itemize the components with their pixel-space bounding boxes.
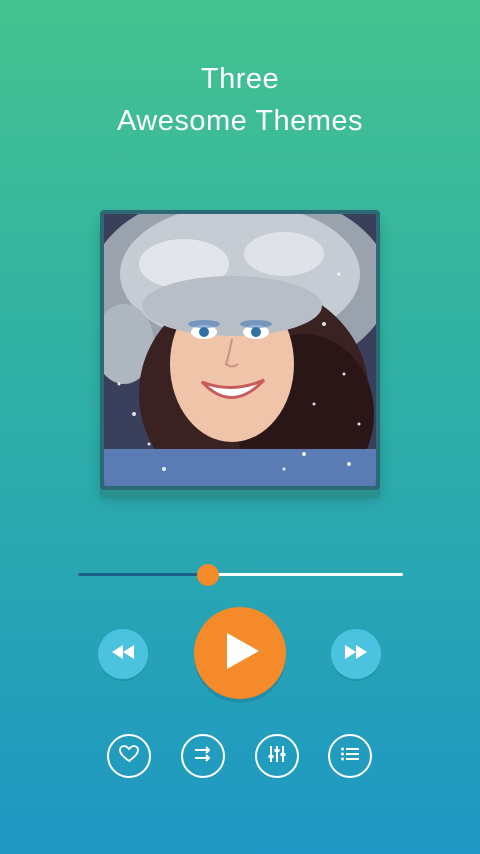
equalizer-icon — [267, 744, 287, 769]
page-title: Three Awesome Themes — [0, 58, 480, 142]
title-line-2: Awesome Themes — [116, 105, 364, 137]
seek-bar[interactable] — [78, 564, 403, 586]
playlist-button[interactable] — [328, 734, 372, 778]
fast-forward-icon — [345, 644, 367, 664]
equalizer-button[interactable] — [255, 734, 299, 778]
shuffle-button[interactable] — [181, 734, 225, 778]
list-icon — [340, 746, 360, 767]
album-art-frame — [100, 210, 380, 490]
heart-icon — [119, 744, 139, 768]
rewind-button[interactable] — [98, 629, 148, 679]
rewind-icon — [112, 644, 134, 664]
favorite-button[interactable] — [107, 734, 151, 778]
seek-progress — [78, 573, 208, 576]
play-icon — [221, 632, 259, 674]
title-line-1: Three — [200, 63, 280, 95]
fast-forward-button[interactable] — [331, 629, 381, 679]
shuffle-icon — [193, 745, 213, 767]
seek-thumb[interactable] — [197, 564, 219, 586]
album-art — [104, 214, 376, 486]
play-button[interactable] — [194, 607, 286, 699]
album-art-image — [104, 214, 376, 486]
